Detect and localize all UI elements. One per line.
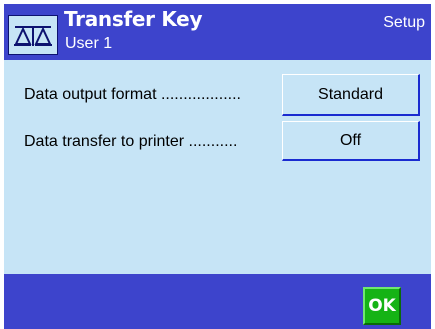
data-output-format-label: Data output format ..................	[24, 86, 241, 103]
mode-label: Setup	[383, 14, 425, 31]
data-transfer-to-printer-button[interactable]: Off	[282, 121, 420, 161]
balance-scale-icon	[8, 15, 58, 55]
user-label: User 1	[65, 35, 113, 52]
page-title: Transfer Key	[64, 7, 203, 31]
screen: Transfer Key User 1 Setup Data output fo…	[4, 4, 431, 329]
data-transfer-to-printer-label: Data transfer to printer ...........	[24, 133, 238, 150]
ok-button[interactable]: OK	[363, 287, 401, 325]
header-bar: Transfer Key User 1 Setup	[4, 4, 431, 60]
data-output-format-button[interactable]: Standard	[282, 74, 420, 116]
footer-bar: OK	[4, 274, 431, 329]
